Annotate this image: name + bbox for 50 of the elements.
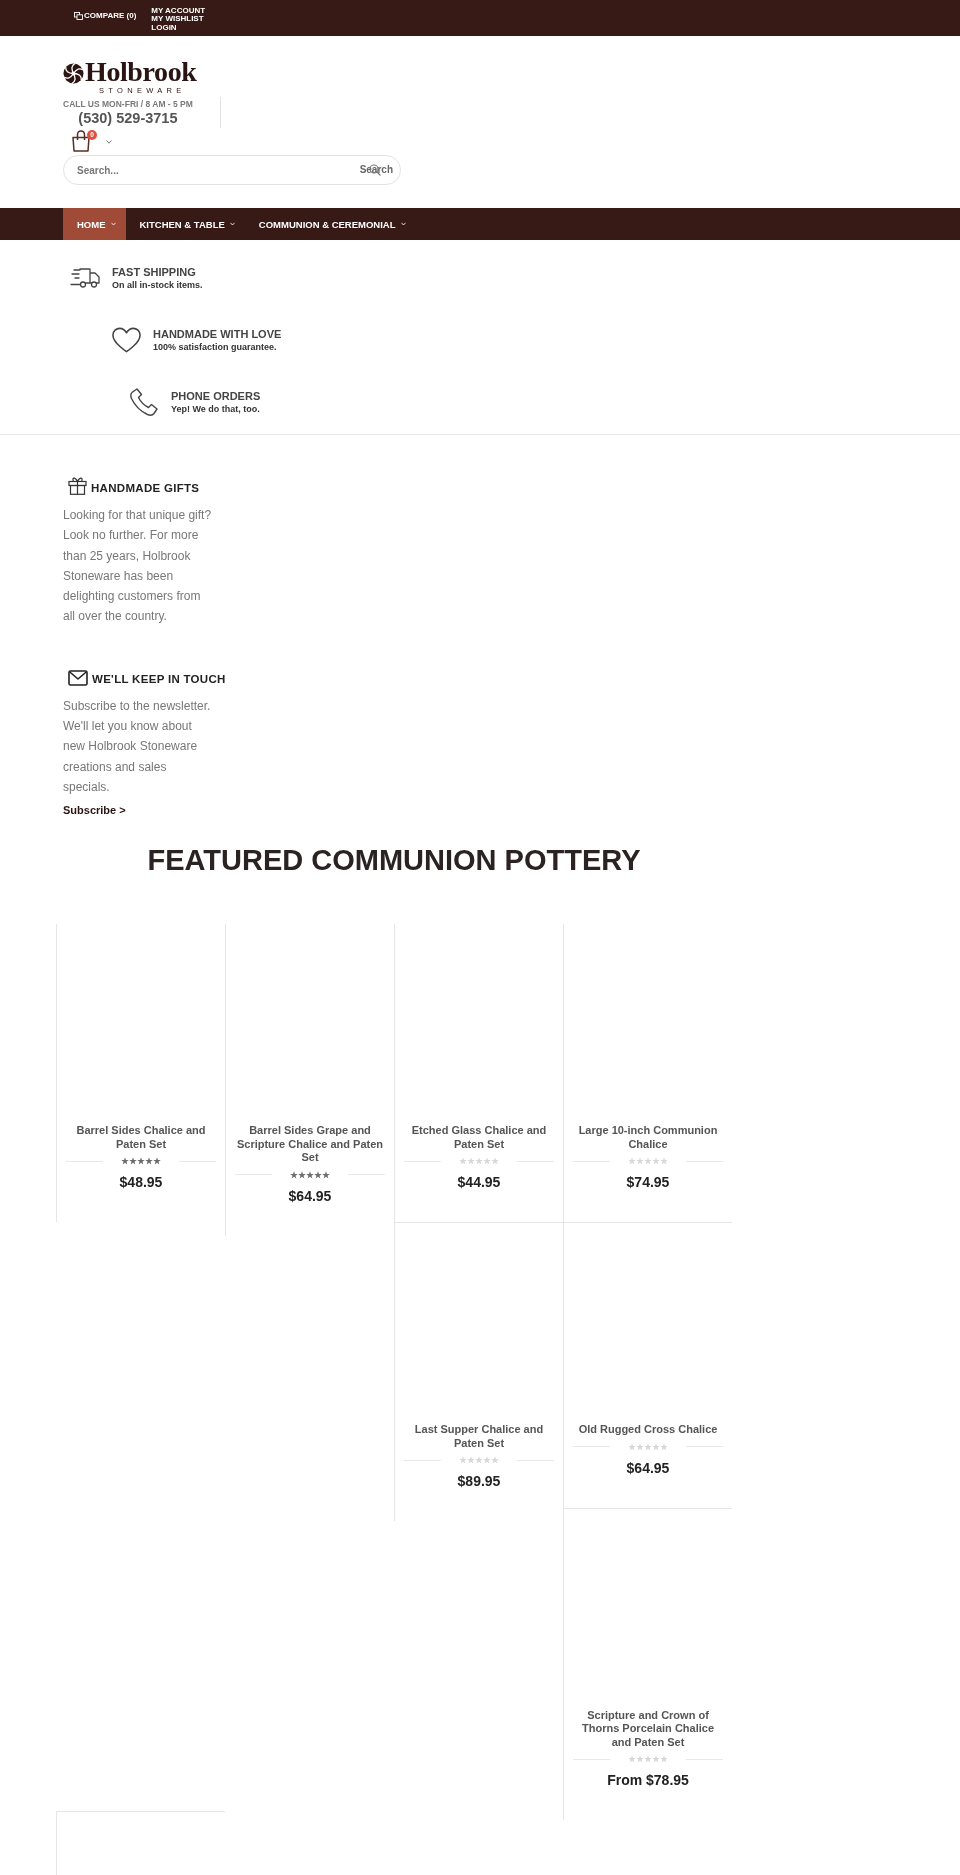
feature-subtitle: On all in-stock items.: [112, 278, 203, 291]
product-name[interactable]: Old Rugged Cross Chalice: [573, 1423, 723, 1437]
feature-title: FAST SHIPPING: [112, 265, 197, 279]
account-link[interactable]: LOGIN: [151, 23, 206, 33]
swirl-icon: [63, 63, 84, 84]
product-name[interactable]: Barrel Sides Chalice and Paten Set: [66, 1124, 216, 1152]
brand-name: Holbrook: [85, 58, 197, 86]
product-name[interactable]: Scripture and Crown of Thorns Porcelain Chalice and Paten Set: [573, 1708, 723, 1750]
hours-text: CALL US MON-FRI / 8 AM - 5 PM: [63, 99, 193, 109]
phone-icon: [129, 387, 159, 417]
search-field[interactable]: Search... Search: [63, 155, 401, 185]
product-price: $74.95: [626, 1173, 670, 1193]
featured-title: FEATURED COMMUNION POTTERY: [146, 843, 642, 878]
feature-subtitle: Yep! We do that, too.: [171, 402, 261, 415]
chevron-down-icon: [229, 222, 235, 226]
mail-icon: [68, 669, 88, 686]
feature-title: HANDMADE WITH LOVE: [153, 327, 282, 341]
compare-link[interactable]: COMPARE (0): [74, 11, 137, 21]
search-button[interactable]: Search: [356, 163, 396, 177]
section-title: WE'LL KEEP IN TOUCH: [92, 672, 226, 686]
product-name[interactable]: Large 10-inch Communion Chalice: [573, 1124, 723, 1152]
section-text: Looking for that unique gift? Look no further. For more than 25 years, Holbrook Stoneware has been delighting customers from all over the country.: [63, 507, 213, 626]
product-price: $44.95: [457, 1173, 501, 1193]
product-name[interactable]: Etched Glass Chalice and Paten Set: [404, 1124, 554, 1152]
nav-tab[interactable]: HOME: [63, 208, 126, 240]
gift-icon: [68, 475, 87, 495]
phone-number: (530) 529-3715: [78, 110, 178, 126]
product-name[interactable]: Last Supper Chalice and Paten Set: [404, 1423, 554, 1451]
product-price: $89.95: [457, 1472, 501, 1492]
subscribe-link[interactable]: Subscribe >: [63, 803, 126, 818]
product-price: $64.95: [626, 1458, 670, 1478]
nav-tab[interactable]: COMMUNION & CEREMONIAL: [244, 208, 416, 240]
chevron-down-icon: [400, 222, 406, 226]
product-price: From $78.95: [607, 1771, 689, 1791]
section-title: HANDMADE GIFTS: [91, 482, 200, 495]
section-text: Subscribe to the newsletter. We'll let you know about new Holbrook Stoneware creations and sales specials.: [63, 697, 212, 796]
product-price: $64.95: [288, 1186, 332, 1206]
nav-tab[interactable]: KITCHEN & TABLE: [125, 208, 245, 240]
product-price: $48.95: [119, 1173, 163, 1193]
product-name[interactable]: Barrel Sides Grape and Scripture Chalice and Paten Set: [235, 1124, 385, 1165]
account-link[interactable]: MY WISHLIST: [151, 15, 206, 24]
shopping-bag-icon[interactable]: [71, 130, 91, 152]
feature-title: PHONE ORDERS: [171, 389, 261, 403]
truck-icon: [70, 267, 100, 289]
heart-icon: [111, 326, 142, 354]
caret-icon: [106, 140, 112, 144]
account-link[interactable]: MY ACCOUNT: [151, 7, 206, 16]
compare-icon: [74, 12, 83, 20]
feature-subtitle: 100% satisfaction guarantee.: [153, 340, 278, 353]
chevron-down-icon: [110, 222, 116, 226]
